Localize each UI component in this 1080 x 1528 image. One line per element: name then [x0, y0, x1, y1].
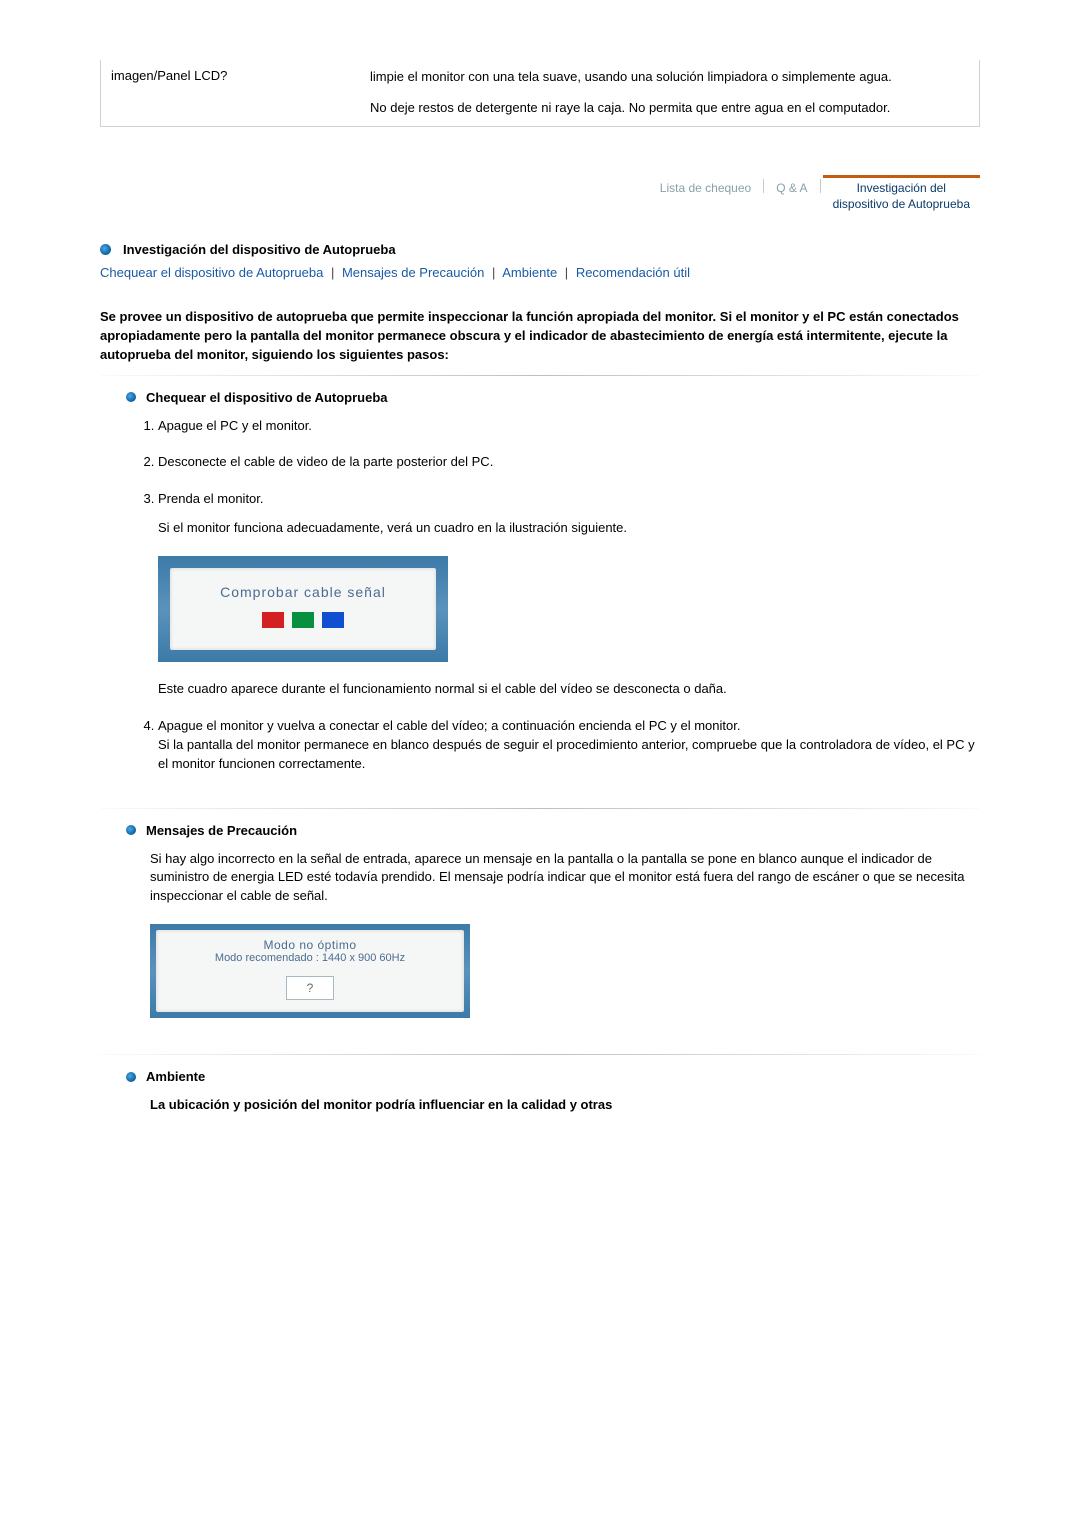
environment-block: Ambiente La ubicación y posición del mon…: [126, 1069, 980, 1115]
tab-checklist[interactable]: Lista de chequeo: [650, 175, 761, 196]
step-4: Apague el monitor y vuelva a conectar el…: [158, 717, 980, 774]
warnings-title: Mensajes de Precaución: [146, 823, 297, 838]
tab-qa[interactable]: Q & A: [766, 175, 817, 196]
selftest-title-row: Chequear el dispositivo de Autoprueba: [126, 390, 980, 405]
step-3-note: Si el monitor funciona adecuadamente, ve…: [158, 519, 980, 538]
osd-not-optimum: Modo no óptimo Modo recomendado : 1440 x…: [150, 924, 470, 1018]
divider: [100, 808, 980, 809]
tab-selftest[interactable]: Investigación del dispositivo de Autopru…: [823, 175, 980, 212]
section-header-row: Investigación del dispositivo de Autopru…: [100, 242, 980, 257]
environment-title: Ambiente: [146, 1069, 205, 1084]
link-separator: |: [561, 265, 572, 280]
warnings-title-row: Mensajes de Precaución: [126, 823, 980, 838]
bullet-icon: [126, 392, 136, 402]
warnings-body: Si hay algo incorrecto en la señal de en…: [150, 850, 980, 907]
intro-paragraph: Se provee un dispositivo de autoprueba q…: [100, 308, 980, 365]
warnings-block: Mensajes de Precaución Si hay algo incor…: [126, 823, 980, 1019]
tab-separator: [763, 179, 764, 193]
step-1-text: Apague el PC y el monitor.: [158, 418, 312, 433]
environment-body: La ubicación y posición del monitor podr…: [150, 1096, 980, 1115]
osd-help-button: ?: [286, 976, 335, 1000]
tab-qa-label: Q & A: [776, 180, 807, 196]
osd-check-signal-text: Comprobar cable señal: [180, 582, 426, 602]
tab-selftest-label-line1: Investigación del: [857, 180, 946, 196]
link-selftest[interactable]: Chequear el dispositivo de Autoprueba: [100, 265, 323, 280]
link-separator: |: [488, 265, 499, 280]
osd-check-signal-inner: Comprobar cable señal: [170, 568, 436, 650]
link-bar: Chequear el dispositivo de Autoprueba | …: [100, 265, 980, 280]
environment-title-row: Ambiente: [126, 1069, 980, 1084]
tab-separator: [820, 179, 821, 193]
osd-not-optimum-inner: Modo no óptimo Modo recomendado : 1440 x…: [156, 930, 464, 1012]
tab-selftest-label-line2: dispositivo de Autoprueba: [833, 196, 970, 212]
qa-question: imagen/Panel LCD?: [101, 60, 366, 126]
tab-bar: Lista de chequeo Q & A Investigación del…: [100, 175, 980, 212]
selftest-block: Chequear el dispositivo de Autoprueba Ap…: [126, 390, 980, 774]
section-title: Investigación del dispositivo de Autopru…: [123, 242, 396, 257]
step-4-text-a: Apague el monitor y vuelva a conectar el…: [158, 718, 740, 733]
link-recommendation[interactable]: Recomendación útil: [576, 265, 690, 280]
osd-rgb-swatches: [180, 612, 426, 628]
osd-not-optimum-line1: Modo no óptimo: [164, 938, 456, 952]
link-warnings[interactable]: Mensajes de Precaución: [342, 265, 484, 280]
selftest-steps: Apague el PC y el monitor. Desconecte el…: [136, 417, 980, 774]
swatch-blue-icon: [322, 612, 344, 628]
step-2-text: Desconecte el cable de video de la parte…: [158, 454, 493, 469]
qa-answer-p2: No deje restos de detergente ni raye la …: [370, 99, 965, 118]
step-3: Prenda el monitor. Si el monitor funcion…: [158, 490, 980, 699]
osd-check-signal: Comprobar cable señal: [158, 556, 448, 662]
step-3-text: Prenda el monitor.: [158, 491, 264, 506]
step-4-text-b: Si la pantalla del monitor permanece en …: [158, 737, 975, 771]
selftest-title: Chequear el dispositivo de Autoprueba: [146, 390, 388, 405]
bullet-icon: [126, 825, 136, 835]
osd-not-optimum-line2: Modo recomendado : 1440 x 900 60Hz: [164, 952, 456, 964]
qa-answer-p1: limpie el monitor con una tela suave, us…: [370, 68, 965, 87]
bullet-icon: [126, 1072, 136, 1082]
link-separator: |: [327, 265, 338, 280]
qa-answer: limpie el monitor con una tela suave, us…: [366, 60, 979, 126]
tab-checklist-label: Lista de chequeo: [660, 180, 751, 196]
swatch-green-icon: [292, 612, 314, 628]
link-environment[interactable]: Ambiente: [502, 265, 557, 280]
divider: [100, 1054, 980, 1055]
step-3-after-note: Este cuadro aparece durante el funcionam…: [158, 680, 980, 699]
swatch-red-icon: [262, 612, 284, 628]
qa-row: imagen/Panel LCD? limpie el monitor con …: [100, 60, 980, 127]
step-2: Desconecte el cable de video de la parte…: [158, 453, 980, 472]
divider: [100, 375, 980, 376]
step-1: Apague el PC y el monitor.: [158, 417, 980, 436]
bullet-icon: [100, 244, 111, 255]
